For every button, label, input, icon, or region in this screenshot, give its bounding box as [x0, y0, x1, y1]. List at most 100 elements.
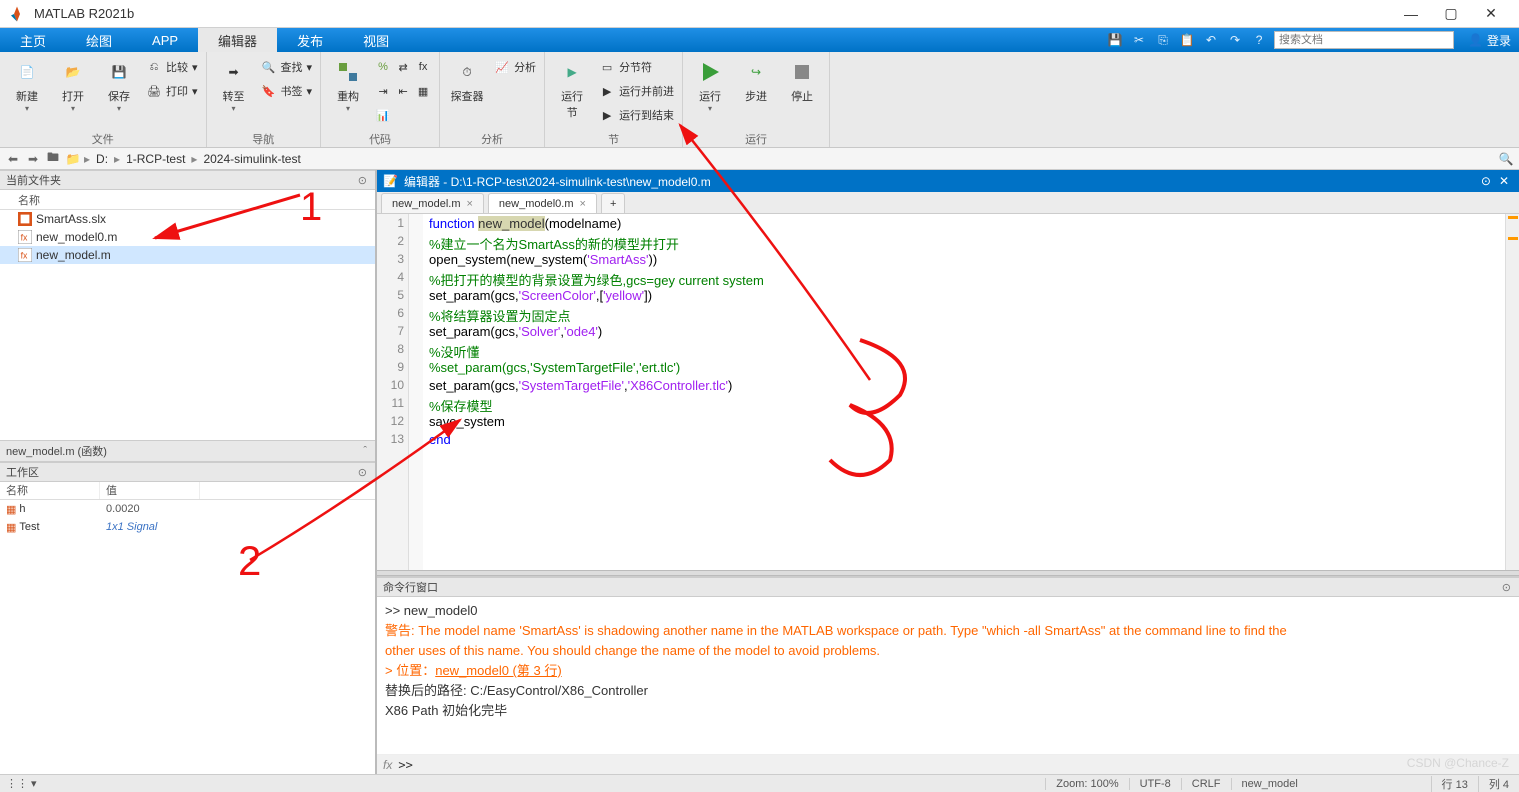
profiler-button[interactable]: ⏱探查器 — [446, 56, 488, 104]
status-encoding[interactable]: UTF-8 — [1129, 778, 1181, 790]
run-button[interactable]: 运行▾ — [689, 56, 731, 113]
new-button[interactable]: 📄新建▾ — [6, 56, 48, 113]
goto-button[interactable]: ➡转至▾ — [213, 56, 255, 113]
run-advance-button[interactable]: ▶运行并前进 — [597, 80, 676, 102]
status-col: 列 4 — [1478, 776, 1519, 792]
stop-button[interactable]: 停止 — [781, 56, 823, 104]
cmd-menu-icon[interactable]: ⊙ — [1500, 581, 1513, 594]
status-zoom[interactable]: Zoom: 100% — [1045, 778, 1128, 790]
section-break-button[interactable]: ▭分节符 — [597, 56, 676, 78]
editor-menu-icon[interactable]: ⊙ — [1477, 174, 1495, 188]
run-section-button[interactable]: ▶运行 节 — [551, 56, 593, 120]
status-function[interactable]: new_model — [1231, 778, 1431, 790]
group-section-label: 节 — [551, 131, 676, 147]
open-button[interactable]: 📂打开▾ — [52, 56, 94, 113]
workspace-menu-icon[interactable]: ⊙ — [356, 466, 369, 479]
current-folder-header: 当前文件夹 ⊙ — [0, 170, 375, 190]
code-row1[interactable]: %⇄fx — [373, 56, 433, 78]
details-collapse-icon[interactable]: ˆ — [361, 445, 369, 457]
fx-icon[interactable]: fx — [377, 758, 398, 772]
details-header: new_model.m (函数) ˆ — [0, 440, 375, 462]
crumb-drive[interactable]: D: — [92, 152, 112, 166]
doc-search-input[interactable] — [1274, 31, 1454, 49]
run-to-end-button[interactable]: ▶运行到结束 — [597, 104, 676, 126]
panel-menu-icon[interactable]: ⊙ — [356, 174, 369, 187]
login-button[interactable]: 👤 登录 — [1468, 28, 1511, 52]
tab-home[interactable]: 主页 — [0, 28, 66, 52]
ws-name-col[interactable]: 名称 — [0, 482, 100, 499]
editor-tab-row: new_model.m×new_model0.m× + — [377, 192, 1519, 214]
qat-paste-icon[interactable]: 📋 — [1178, 31, 1196, 49]
tab-close-icon[interactable]: × — [580, 198, 586, 210]
quick-access-toolbar: 💾 ✂ ⎘ 📋 ↶ ↷ ? — [1106, 28, 1460, 52]
refactor-button[interactable]: 重构▾ — [327, 56, 369, 113]
ribbon-tabstrip: 主页 绘图 APP 编辑器 发布 视图 💾 ✂ ⎘ 📋 ↶ ↷ ? 👤 登录 — [0, 28, 1519, 52]
ws-value-col[interactable]: 值 — [100, 482, 200, 499]
maximize-button[interactable]: ▢ — [1431, 5, 1471, 22]
status-line: 行 13 — [1431, 776, 1478, 792]
print-button[interactable]: 🖨打印 ▾ — [144, 80, 200, 102]
command-window-header: 命令行窗口 ⊙ — [377, 577, 1519, 597]
status-eol[interactable]: CRLF — [1181, 778, 1231, 790]
workspace-row[interactable]: ▦Test1x1 Signal — [0, 518, 375, 536]
tab-view[interactable]: 视图 — [343, 28, 409, 52]
workspace-row[interactable]: ▦h0.0020 — [0, 500, 375, 518]
find-button[interactable]: 🔍查找 ▾ — [259, 56, 315, 78]
path-search-icon[interactable]: 🔍 — [1497, 150, 1515, 168]
code-row2[interactable]: ⇥⇤▦ — [373, 80, 433, 102]
command-window[interactable]: >> new_model0警告: The model name 'SmartAs… — [377, 597, 1519, 754]
address-bar: ⬅ ➡ 🖿 📁 ▸ D:▸ 1-RCP-test▸ 2024-simulink-… — [0, 148, 1519, 170]
titlebar: MATLAB R2021b — ▢ ✕ — [0, 0, 1519, 28]
file-row[interactable]: fxnew_model0.m — [0, 228, 375, 246]
group-run-label: 运行 — [689, 131, 823, 147]
tab-close-icon[interactable]: × — [466, 198, 472, 210]
matlab-logo-icon — [8, 5, 26, 23]
nav-back-icon[interactable]: ⬅ — [4, 150, 22, 168]
name-column[interactable]: 名称 — [18, 192, 40, 208]
command-prompt[interactable]: fx >> — [377, 754, 1519, 774]
editor-tab[interactable]: new_model0.m× — [488, 193, 597, 213]
analyze-button[interactable]: 📈分析 — [492, 56, 538, 78]
tab-editor[interactable]: 编辑器 — [198, 28, 277, 52]
bookmark-button[interactable]: 🔖书签 ▾ — [259, 80, 315, 102]
qat-help-icon[interactable]: ? — [1250, 31, 1268, 49]
file-row[interactable]: SmartAss.slx — [0, 210, 375, 228]
workspace-list: ▦h0.0020▦Test1x1 Signal — [0, 500, 375, 774]
code-editor[interactable]: 12345678910111213 function new_model(mod… — [377, 214, 1519, 570]
file-row[interactable]: fxnew_model.m — [0, 246, 375, 264]
editor-tab[interactable]: new_model.m× — [381, 193, 484, 213]
folder-icon[interactable]: 📁 — [64, 150, 82, 168]
compare-button[interactable]: ⎌比较 ▾ — [144, 56, 200, 78]
group-code-label: 代码 — [327, 131, 433, 147]
tab-plots[interactable]: 绘图 — [66, 28, 132, 52]
watermark: CSDN @Chance-Z — [1407, 756, 1509, 770]
save-button[interactable]: 💾保存▾ — [98, 56, 140, 113]
qat-save-icon[interactable]: 💾 — [1106, 31, 1124, 49]
minimize-button[interactable]: — — [1391, 6, 1431, 22]
crumb-2[interactable]: 2024-simulink-test — [199, 152, 304, 166]
close-button[interactable]: ✕ — [1471, 5, 1511, 22]
code-row3[interactable]: 📊 — [373, 104, 433, 126]
status-bar: ⋮⋮ ▾ Zoom: 100% UTF-8 CRLF new_model 行 1… — [0, 774, 1519, 792]
nav-up-icon[interactable]: 🖿 — [44, 150, 62, 168]
svg-text:fx: fx — [21, 233, 28, 243]
qat-redo-icon[interactable]: ↷ — [1226, 31, 1244, 49]
qat-undo-icon[interactable]: ↶ — [1202, 31, 1220, 49]
ribbon: 📄新建▾ 📂打开▾ 💾保存▾ ⎌比较 ▾ 🖨打印 ▾ 文件 ➡转至▾ 🔍查找 ▾… — [0, 52, 1519, 148]
group-analyze-label: 分析 — [446, 131, 538, 147]
crumb-1[interactable]: 1-RCP-test — [122, 152, 189, 166]
tab-publish[interactable]: 发布 — [277, 28, 343, 52]
editor-close-icon[interactable]: ✕ — [1495, 174, 1513, 188]
editor-doc-icon: 📝 — [383, 174, 398, 188]
qat-copy-icon[interactable]: ⎘ — [1154, 31, 1172, 49]
file-list: SmartAss.slxfxnew_model0.mfxnew_model.m — [0, 210, 375, 440]
qat-cut-icon[interactable]: ✂ — [1130, 31, 1148, 49]
file-list-header: 名称 — [0, 190, 375, 210]
step-button[interactable]: ↪步进 — [735, 56, 777, 104]
nav-fwd-icon[interactable]: ➡ — [24, 150, 42, 168]
new-tab-button[interactable]: + — [601, 193, 625, 213]
group-nav-label: 导航 — [213, 131, 315, 147]
tab-apps[interactable]: APP — [132, 28, 198, 52]
editor-titlebar: 📝 编辑器 - D:\1-RCP-test\2024-simulink-test… — [377, 170, 1519, 192]
workspace-header: 工作区 ⊙ — [0, 462, 375, 482]
